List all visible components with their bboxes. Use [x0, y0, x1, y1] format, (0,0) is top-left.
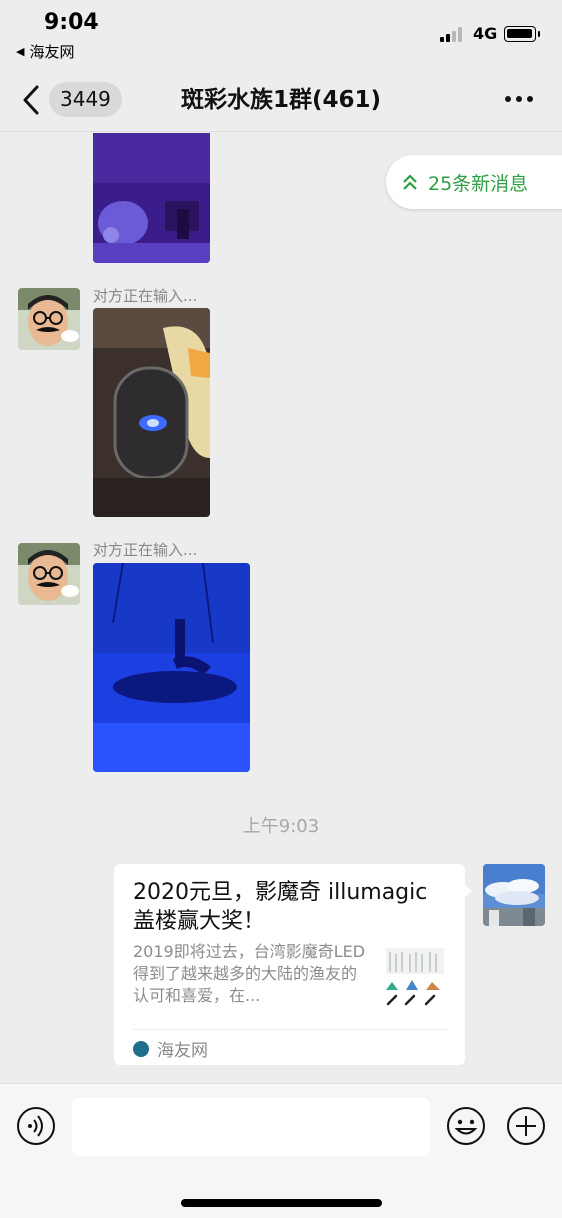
- card-thumbnail: [382, 942, 448, 1014]
- status-bar: 9:04 ◀ 海友网 4G: [0, 0, 562, 70]
- more-dots-icon[interactable]: [505, 96, 535, 104]
- status-time: 9:04: [44, 10, 99, 35]
- image-message[interactable]: [93, 308, 210, 517]
- nav-bar: 斑彩水族1群(461) 3449: [0, 70, 562, 132]
- card-title: 2020元旦，影魔奇 illumagic 盖楼赢大奖！: [133, 880, 428, 934]
- network-type: 4G: [473, 24, 498, 43]
- message-input[interactable]: [72, 1098, 430, 1156]
- back-triangle-icon: ◀: [16, 45, 25, 58]
- signal-icon: [440, 26, 466, 42]
- emoji-icon[interactable]: [446, 1106, 486, 1146]
- back-app-label: 海友网: [29, 43, 75, 61]
- new-messages-button[interactable]: 25条新消息: [386, 155, 562, 209]
- home-indicator: [181, 1199, 382, 1207]
- card-source: 海友网: [133, 1036, 208, 1061]
- add-icon[interactable]: [506, 1106, 546, 1146]
- image-message[interactable]: [93, 563, 250, 772]
- back-chevron-icon[interactable]: [20, 84, 44, 116]
- image-message[interactable]: [93, 133, 210, 263]
- new-messages-label: 25条新消息: [428, 172, 529, 195]
- card-description: 2019即将过去，台湾影魔奇LED得到了越来越多的大陆的渔友的认可和喜爱，在..…: [133, 942, 366, 1005]
- card-source-label: 海友网: [157, 1041, 208, 1061]
- avatar[interactable]: [18, 288, 80, 350]
- sender-name: 对方正在输入...: [93, 287, 198, 305]
- unread-count-badge[interactable]: 3449: [49, 82, 122, 117]
- time-divider: 上午9:03: [242, 816, 320, 837]
- avatar[interactable]: [18, 543, 80, 605]
- link-card[interactable]: 2020元旦，影魔奇 illumagic 盖楼赢大奖！ 2019即将过去，台湾影…: [114, 864, 472, 1065]
- chat-area[interactable]: 25条新消息 对方正在输入... 对方正在输入... 上午9:03 2020元旦…: [0, 133, 562, 1083]
- input-bar: [0, 1083, 562, 1218]
- my-avatar[interactable]: [483, 864, 545, 926]
- source-logo-icon: [133, 1040, 149, 1057]
- sender-name: 对方正在输入...: [93, 541, 198, 559]
- double-chevron-up-icon: [403, 174, 417, 190]
- battery-icon: [504, 26, 540, 42]
- voice-input-icon[interactable]: [16, 1106, 56, 1146]
- card-divider: [133, 1029, 448, 1030]
- back-to-app[interactable]: ◀ 海友网: [16, 41, 74, 62]
